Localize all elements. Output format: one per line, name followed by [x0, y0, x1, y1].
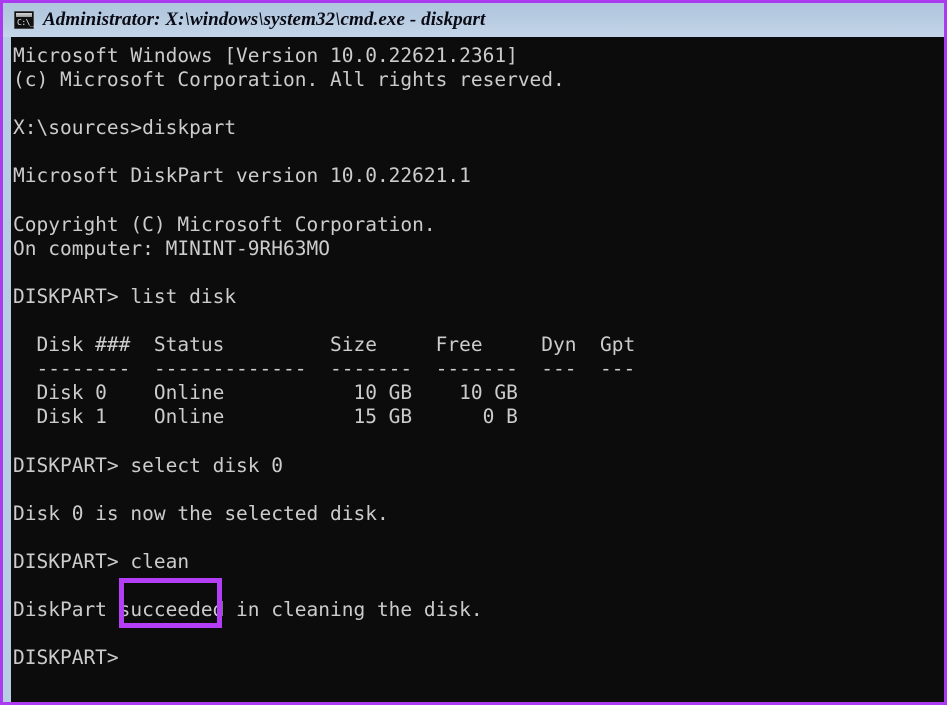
cmd-icon-titlestrip — [16, 13, 32, 17]
console-line: Microsoft DiskPart version 10.0.22621.1 — [13, 164, 471, 188]
console-line: Disk 1 Online 15 GB 0 B — [13, 405, 518, 429]
console-line: Copyright (C) Microsoft Corporation. — [13, 212, 436, 236]
window-titlebar[interactable]: C:\_ Administrator: X:\windows\system32\… — [3, 3, 944, 37]
console-line: DiskPart succeeded in cleaning the disk. — [13, 598, 483, 622]
console-line: Microsoft Windows [Version 10.0.22621.23… — [13, 44, 518, 67]
console-line: Disk 0 Online 10 GB 10 GB — [13, 381, 518, 405]
console-line: DISKPART> list disk — [13, 284, 237, 308]
console-line: DISKPART> clean — [13, 549, 190, 573]
console-line: On computer: MININT-9RH63MO — [13, 236, 330, 260]
console-text-area[interactable]: Microsoft Windows [Version 10.0.22621.23… — [13, 37, 944, 702]
window-title: Administrator: X:\windows\system32\cmd.e… — [43, 9, 486, 30]
cmd-console-icon: C:\_ — [14, 11, 35, 29]
console-window[interactable]: Microsoft Windows [Version 10.0.22621.23… — [3, 37, 944, 702]
cmd-icon-prompt-glyph: C:\_ — [17, 18, 35, 27]
console-left-edge — [3, 37, 11, 702]
console-line: (c) Microsoft Corporation. All rights re… — [13, 68, 565, 92]
console-line: X:\sources>diskpart — [13, 116, 237, 140]
console-line: -------- ------------- ------- ------- -… — [13, 357, 636, 381]
console-line: DISKPART> — [13, 646, 119, 670]
console-line: Disk ### Status Size Free Dyn Gpt — [13, 333, 636, 357]
console-line: Disk 0 is now the selected disk. — [13, 501, 389, 525]
screenshot-root: C:\_ Administrator: X:\windows\system32\… — [0, 0, 947, 705]
console-line: DISKPART> select disk 0 — [13, 453, 284, 477]
